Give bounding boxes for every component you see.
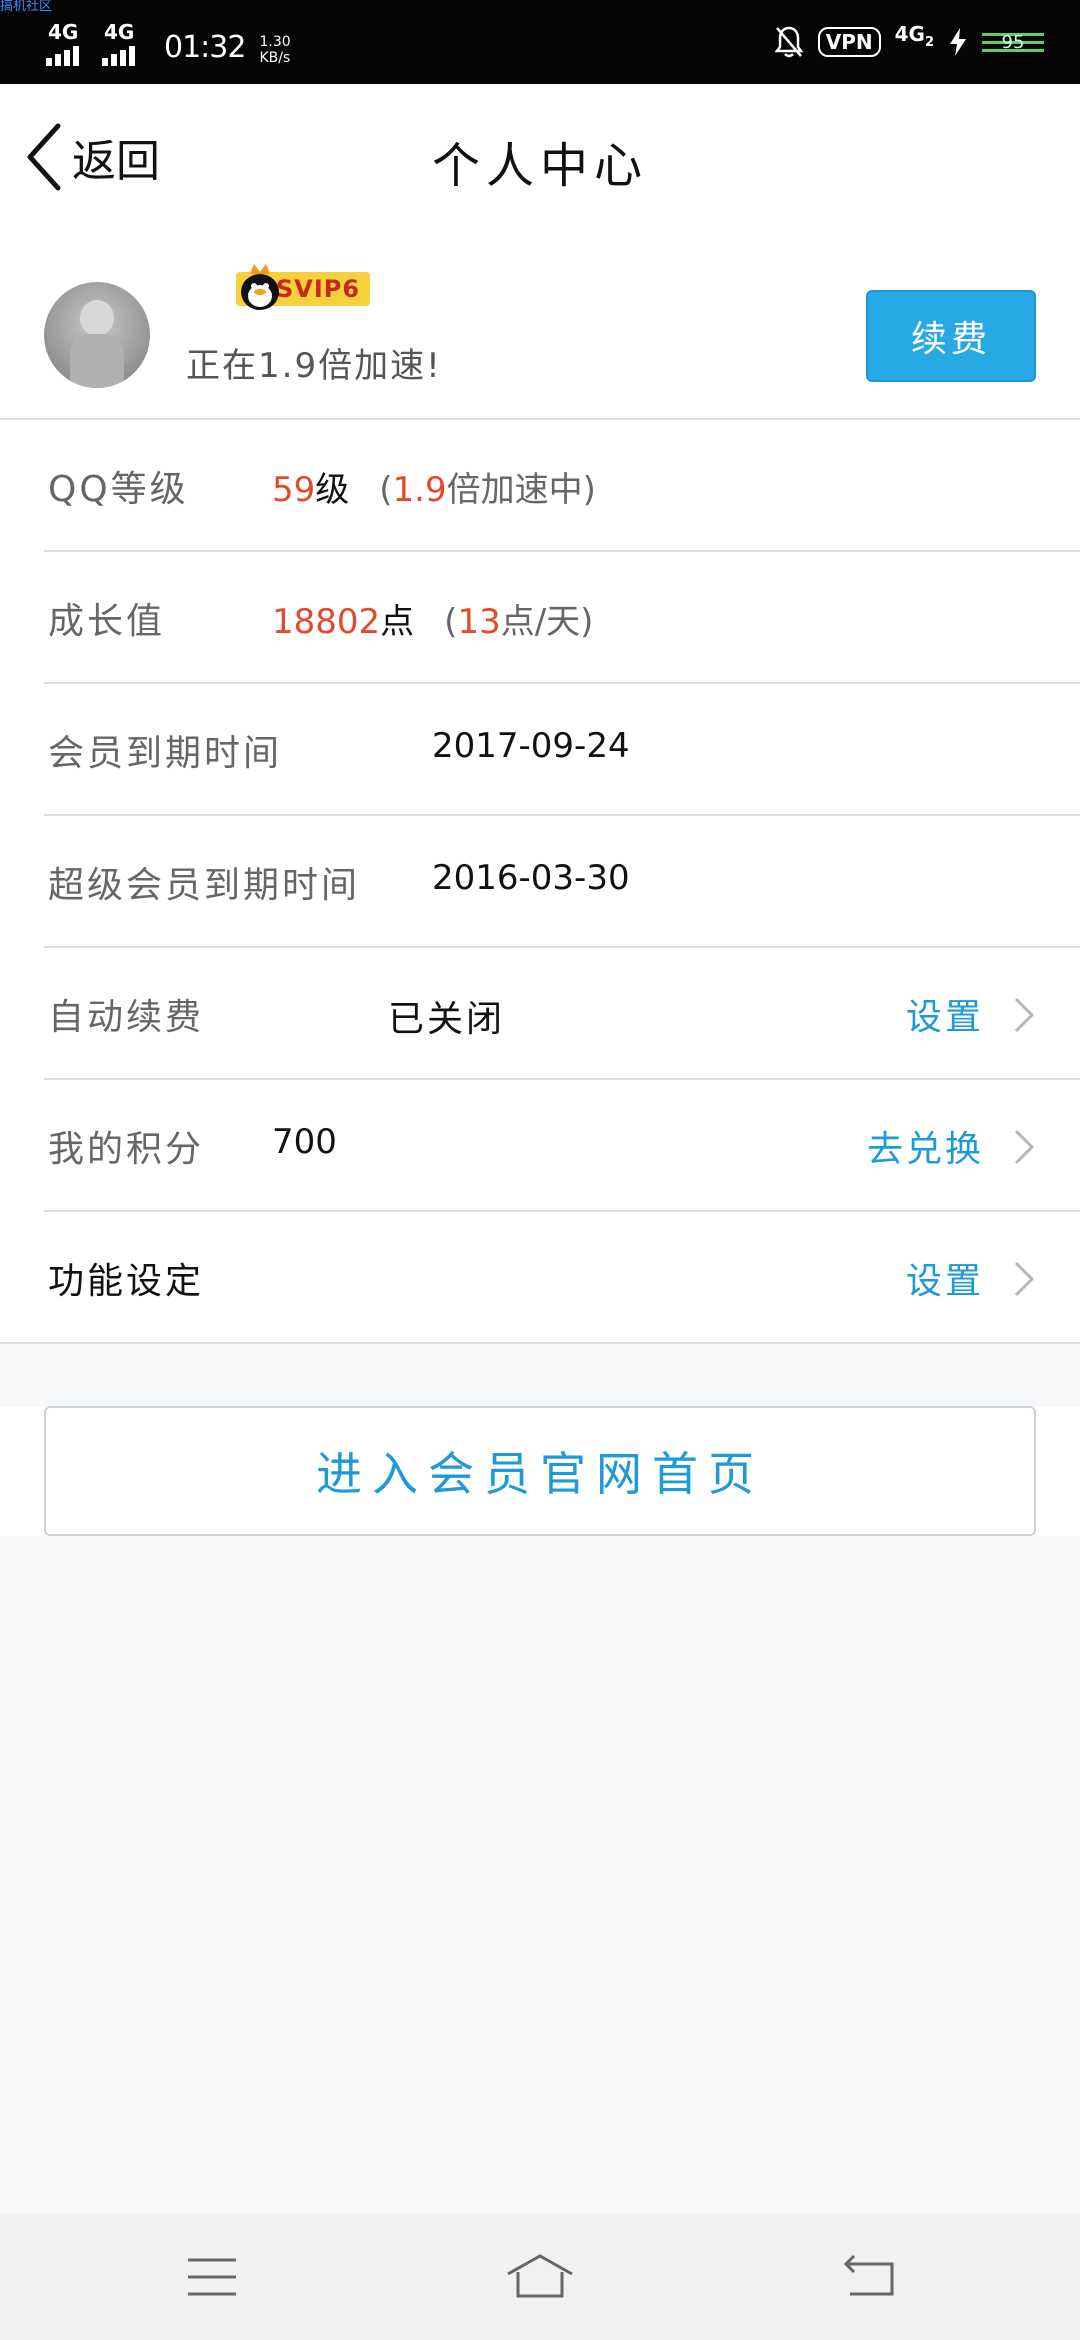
row-qq-level: QQ等级 59级 (1.9倍加速中) — [44, 420, 1080, 552]
bell-off-icon — [774, 26, 804, 58]
auto-renew-label: 自动续费 — [48, 997, 205, 1038]
network-4g-indicator: 4G2 — [894, 21, 934, 50]
qq-level-label: QQ等级 — [48, 469, 189, 510]
features-settings-link[interactable]: 设置 — [906, 1252, 984, 1304]
speed-status: 正在1.9倍加速! — [186, 346, 442, 386]
svip-expiry-value: 2016-03-30 — [432, 858, 630, 898]
member-home-button[interactable]: 进入会员官网首页 — [44, 1406, 1036, 1536]
info-list: QQ等级 59级 (1.9倍加速中) 成长值 18802点 (13点/天) 会员到期… — [0, 420, 1080, 1344]
redeem-link[interactable]: 去兑换 — [867, 1120, 984, 1172]
row-auto-renew[interactable]: 自动续费 已关闭 设置 — [44, 948, 1080, 1080]
signal-2-icon: 4G — [102, 22, 148, 66]
avatar[interactable] — [44, 282, 150, 388]
lightning-icon — [950, 28, 966, 56]
renew-button[interactable]: 续费 — [866, 290, 1036, 382]
page-title: 个人中心 — [431, 138, 648, 194]
points-value: 700 — [272, 1122, 337, 1162]
signal-1-icon: 4G — [46, 22, 92, 66]
svip-badge: SVIP6 — [236, 258, 371, 310]
auto-renew-settings-link[interactable]: 设置 — [906, 988, 984, 1040]
points-label: 我的积分 — [48, 1129, 205, 1170]
menu-icon[interactable] — [182, 2250, 242, 2304]
auto-renew-status: 已关闭 — [388, 999, 506, 1040]
system-nav-bar — [0, 2214, 1080, 2340]
header: 返回 个人中心 — [0, 84, 1080, 234]
features-label: 功能设定 — [48, 1261, 205, 1302]
home-icon[interactable] — [504, 2250, 576, 2304]
vpn-indicator: VPN — [817, 27, 881, 57]
back-nav-icon[interactable] — [840, 2250, 900, 2304]
row-points[interactable]: 我的积分 700 去兑换 — [44, 1080, 1080, 1212]
watermark: 搞机社区 — [0, 0, 53, 14]
battery-icon: 95 — [982, 29, 1044, 55]
qq-level-value: 59级 (1.9倍加速中) — [272, 470, 596, 510]
chevron-right-icon — [1014, 1261, 1035, 1297]
home-button-area: 进入会员官网首页 — [0, 1406, 1080, 1536]
row-features[interactable]: 功能设定 设置 — [0, 1212, 1080, 1344]
penguin-icon — [241, 264, 279, 310]
network-speed: 1.30 KB/s — [259, 34, 291, 66]
status-bar: 搞机社区 4G 4G 01:32 1.30 KB/s VPN 4G2 95 — [0, 0, 1080, 84]
profile-card: SVIP6 正在1.9倍加速! 续费 — [0, 234, 1080, 420]
member-expiry-value: 2017-09-24 — [432, 726, 630, 766]
clock: 01:32 — [164, 30, 246, 65]
svip-expiry-label: 超级会员到期时间 — [48, 865, 361, 906]
row-member-expiry: 会员到期时间 2017-09-24 — [44, 684, 1080, 816]
row-svip-expiry: 超级会员到期时间 2016-03-30 — [44, 816, 1080, 948]
member-expiry-label: 会员到期时间 — [48, 733, 283, 774]
chevron-right-icon — [1014, 1129, 1035, 1165]
row-growth: 成长值 18802点 (13点/天) — [44, 552, 1080, 684]
chevron-right-icon — [1014, 997, 1035, 1033]
growth-value: 18802点 (13点/天) — [272, 602, 594, 642]
growth-label: 成长值 — [48, 601, 166, 642]
